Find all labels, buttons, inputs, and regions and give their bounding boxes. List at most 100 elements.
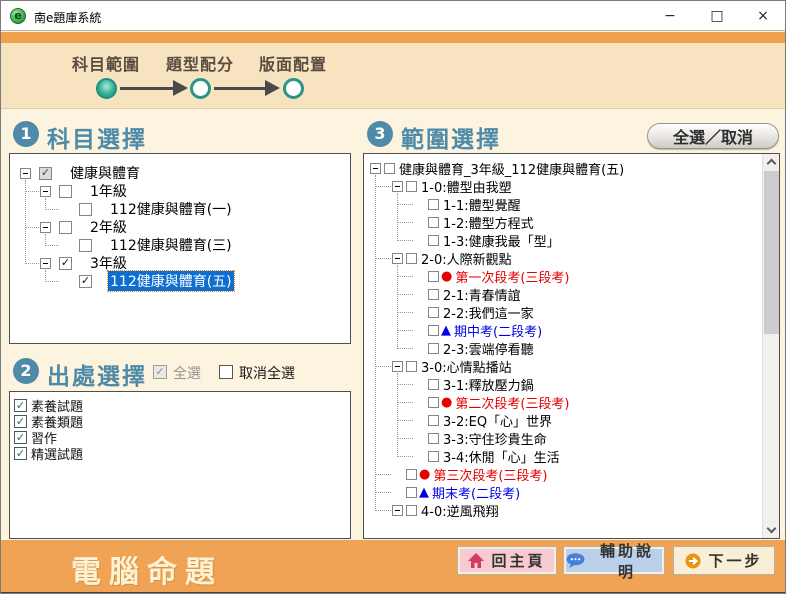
tree-expander-icon[interactable] <box>40 186 51 197</box>
tree-item-label[interactable]: 3-0:心情點播站 <box>419 357 514 376</box>
tree-checkbox[interactable] <box>428 271 439 282</box>
tree-expander-icon[interactable] <box>370 163 381 174</box>
tree-item-label[interactable]: 期末考(二段考) <box>430 483 522 502</box>
tree-checkbox[interactable] <box>428 217 439 228</box>
tree-checkbox[interactable] <box>79 239 92 252</box>
source-item-checkbox[interactable]: ✓ <box>14 431 27 444</box>
tree-item-label[interactable]: 112健康與體育(五) <box>108 271 234 291</box>
tree-checkbox[interactable]: ✓ <box>59 257 72 270</box>
select-all-checkbox[interactable]: ✓ <box>153 365 167 379</box>
tree-item-label[interactable]: 第二次段考(三段考) <box>453 393 571 412</box>
tree-guide <box>397 402 413 403</box>
tree-item-label[interactable]: 期中考(二段考) <box>452 321 544 340</box>
tree-guide <box>45 281 59 282</box>
source-item-checkbox[interactable]: ✓ <box>14 415 27 428</box>
tree-checkbox[interactable] <box>406 505 417 516</box>
tree-checkbox[interactable] <box>406 469 417 480</box>
tree-item-label[interactable]: 112健康與體育(三) <box>108 235 234 255</box>
home-button-label: 回主頁 <box>491 550 545 571</box>
tree-item-label[interactable]: 2-1:青春情誼 <box>441 285 523 304</box>
scroll-up-icon[interactable] <box>767 159 777 169</box>
tree-checkbox[interactable] <box>428 451 439 462</box>
tree-checkbox[interactable] <box>406 181 417 192</box>
tree-item-label[interactable]: 2-3:雲端停看聽 <box>441 339 536 358</box>
tree-checkbox[interactable] <box>406 487 417 498</box>
subject-tree-panel: ✓ 健康與體育1年級112健康與體育(一)2年級112健康與體育(三) ✓ 3年級 ✓ 1… <box>9 153 351 344</box>
next-arrow-icon <box>685 553 701 569</box>
tree-item-label[interactable]: 第一次段考(三段考) <box>453 267 571 286</box>
tree-item-label[interactable]: 112健康與體育(一) <box>108 199 234 219</box>
help-button[interactable]: 輔助說明 <box>564 547 664 574</box>
tree-checkbox[interactable] <box>384 163 395 174</box>
next-step-button[interactable]: 下一步 <box>674 547 774 574</box>
tree-indent-spacer <box>414 433 425 444</box>
tree-checkbox[interactable]: ✓ <box>79 275 92 288</box>
tree-row: 1-1:體型覺醒 <box>414 195 523 213</box>
tree-row: ✓ 112健康與體育(五) <box>60 272 234 290</box>
tree-checkbox[interactable] <box>59 221 72 234</box>
tree-checkbox[interactable] <box>428 343 439 354</box>
tree-expander-icon[interactable] <box>392 505 403 516</box>
tree-checkbox[interactable] <box>428 235 439 246</box>
tree-item-label[interactable]: 3-3:守住珍貴生命 <box>441 429 549 448</box>
tree-item-label[interactable]: 1-2:體型方程式 <box>441 213 536 232</box>
tree-guide <box>397 222 413 223</box>
tree-item-label[interactable]: 2-0:人際新觀點 <box>419 249 514 268</box>
step-arrow-line <box>120 87 174 90</box>
subject-tree: ✓ 健康與體育1年級112健康與體育(一)2年級112健康與體育(三) ✓ 3年級 ✓ 1… <box>10 154 350 343</box>
tree-item-label[interactable]: 4-0:逆風飛翔 <box>419 501 501 520</box>
range-tree: 健康與體育_3年級_112健康與體育(五)1-0:體型由我塑1-1:體型覺醒1-… <box>364 154 762 538</box>
scrollbar-thumb[interactable] <box>764 171 779 334</box>
tree-checkbox[interactable] <box>428 325 439 336</box>
tree-item-label[interactable]: 第三次段考(三段考) <box>431 465 549 484</box>
tree-checkbox[interactable] <box>428 415 439 426</box>
tree-item-label[interactable]: 3-1:釋放壓力鍋 <box>441 375 536 394</box>
tree-row: ●第二次段考(三段考) <box>414 393 572 411</box>
tree-expander-icon[interactable] <box>20 168 31 179</box>
close-button[interactable]: × <box>750 5 776 27</box>
tree-item-label[interactable]: 2年級 <box>88 217 129 237</box>
step-label-layout: 版面配置 <box>248 51 338 75</box>
tree-checkbox[interactable] <box>428 433 439 444</box>
deselect-all-checkbox[interactable] <box>219 365 233 379</box>
tree-item-label[interactable]: 健康與體育 <box>68 163 142 183</box>
tree-checkbox[interactable]: ✓ <box>39 167 52 180</box>
tree-checkbox[interactable] <box>59 185 72 198</box>
tree-checkbox[interactable] <box>406 361 417 372</box>
tree-checkbox[interactable] <box>428 307 439 318</box>
tree-checkbox[interactable] <box>428 289 439 300</box>
source-item-checkbox[interactable]: ✓ <box>14 447 27 460</box>
scrollbar[interactable] <box>762 154 779 538</box>
tree-item-label[interactable]: 健康與體育_3年級_112健康與體育(五) <box>397 159 626 178</box>
tree-item-label[interactable]: 3年級 <box>88 253 129 273</box>
tree-expander-icon[interactable] <box>40 258 51 269</box>
tree-indent-spacer <box>414 325 425 336</box>
tree-expander-icon[interactable] <box>392 361 403 372</box>
maximize-button[interactable]: □ <box>704 5 730 27</box>
minimize-button[interactable]: − <box>657 5 683 27</box>
tree-expander-icon[interactable] <box>392 253 403 264</box>
tree-row: 1-3:健康我最「型」 <box>414 231 562 249</box>
tree-item-label[interactable]: 3-4:休閒「心」生活 <box>441 447 562 466</box>
source-item-checkbox[interactable]: ✓ <box>14 399 27 412</box>
tree-checkbox[interactable] <box>428 199 439 210</box>
tree-indent-spacer <box>414 307 425 318</box>
select-all-toggle-button[interactable]: 全選／取消 <box>647 123 779 149</box>
tree-item-label[interactable]: 2-2:我們這一家 <box>441 303 536 322</box>
home-button[interactable]: 回主頁 <box>458 547 556 574</box>
tree-item-label[interactable]: 1-3:健康我最「型」 <box>441 231 562 250</box>
scroll-down-icon[interactable] <box>767 524 777 534</box>
section-number-1: 1 <box>13 121 39 147</box>
tree-checkbox[interactable] <box>406 253 417 264</box>
tree-checkbox[interactable] <box>79 203 92 216</box>
tree-expander-icon[interactable] <box>40 222 51 233</box>
tree-checkbox[interactable] <box>428 397 439 408</box>
tree-item-label[interactable]: 1-1:體型覺醒 <box>441 195 523 214</box>
tree-expander-icon[interactable] <box>392 181 403 192</box>
tree-item-label[interactable]: 3-2:EQ「心」世界 <box>441 411 554 430</box>
tree-item-label[interactable]: 1-0:體型由我塑 <box>419 177 514 196</box>
tree-checkbox[interactable] <box>428 379 439 390</box>
tree-item-label[interactable]: 1年級 <box>88 181 129 201</box>
tree-row: 3-1:釋放壓力鍋 <box>414 375 536 393</box>
range-tree-panel: 健康與體育_3年級_112健康與體育(五)1-0:體型由我塑1-1:體型覺醒1-… <box>363 153 780 539</box>
